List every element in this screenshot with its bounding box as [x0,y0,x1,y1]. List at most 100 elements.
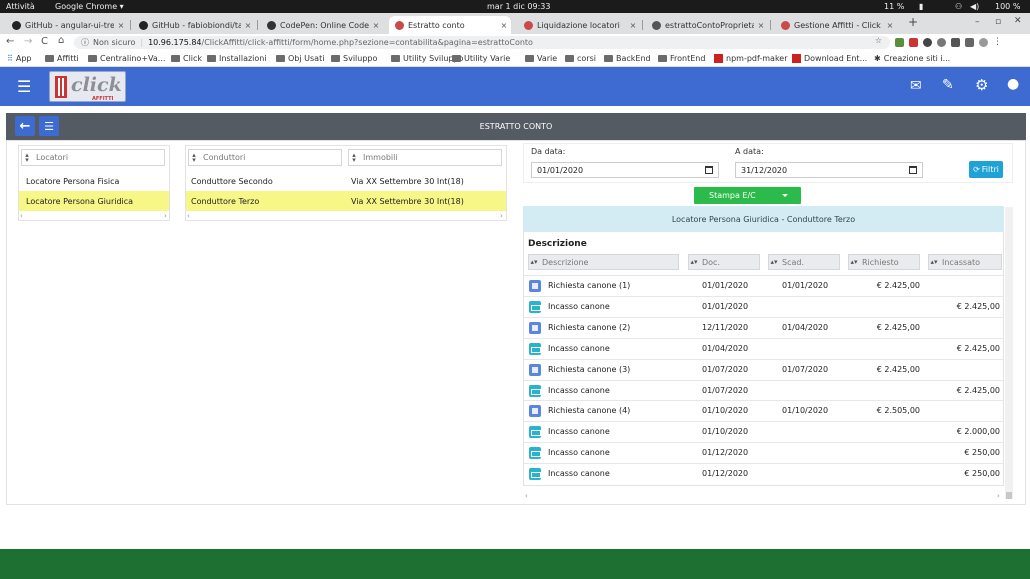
tab-close-icon[interactable]: × [241,21,255,30]
bookmark-item[interactable]: Sviluppo [331,54,377,63]
conduttori-filter[interactable]: ▴ ▾ Conduttori [188,149,342,166]
tab-close-icon[interactable]: × [369,21,383,30]
app-menu[interactable]: Google Chrome ▾ [55,2,124,11]
info-icon[interactable]: ⓘ [81,37,89,48]
sort-icon[interactable]: ▴▾ [769,258,779,266]
column-filter-scad[interactable]: ▴▾ Scad. [768,254,840,270]
to-date-input[interactable]: 31/12/2020 [735,162,923,178]
forward-icon[interactable]: → [24,36,32,47]
tab-close-icon[interactable]: × [626,21,640,30]
column-filter-incassato[interactable]: ▴▾ Incassato [928,254,1002,270]
locatore-item-selected[interactable]: Locatore Persona Giuridica [19,191,169,211]
scroll-right-icon[interactable]: › [164,212,167,220]
stampa-ec-button[interactable]: Stampa E/C [694,187,801,204]
bookmark-star-icon[interactable]: ☆ [875,36,882,45]
extension-icon[interactable] [895,37,904,47]
bookmark-item[interactable]: Installazioni [207,54,267,63]
conduttore-row[interactable]: Conduttore Secondo Via XX Settembre 30 I… [186,171,506,191]
tab-close-icon[interactable]: × [754,21,768,30]
chevron-down-icon[interactable] [782,194,788,197]
bookmark-item[interactable]: Affitti [45,54,79,63]
tab[interactable]: estrattoContoProprietari × [646,16,768,34]
scroll-left-icon[interactable]: ‹ [525,492,528,500]
window-close-button[interactable]: ✕ [1014,16,1022,26]
bookmark-item[interactable]: Varie [525,54,557,63]
table-row[interactable]: Richiesta canone (2) 12/11/2020 01/04/2020… [524,316,1003,338]
ticket-icon[interactable]: ✎ [942,77,954,93]
tab[interactable]: GitHub - fabiobiondi/talk × [133,16,255,34]
vertical-scrollbar[interactable] [1005,207,1013,499]
home-icon[interactable]: ⌂ [58,35,64,46]
clock[interactable]: mar 1 dic 09:33 [487,2,550,11]
tab-close-icon[interactable]: × [497,21,511,30]
immobili-filter[interactable]: ▴ ▾ Immobili [348,149,502,166]
bookmark-item[interactable]: ⠿ App [7,54,32,63]
bookmark-item[interactable]: corsi [565,54,596,63]
conduttore-row-selected[interactable]: Conduttore Terzo Via XX Settembre 30 Int… [186,191,506,211]
bookmark-item[interactable]: FrontEnd [658,54,705,63]
scroll-left-icon[interactable]: ‹ [20,212,23,220]
tab[interactable]: Liquidazione locatori × [518,16,640,34]
table-row[interactable]: Incasso canone 01/12/2020 € 250,00 [524,463,1003,484]
sort-icon[interactable]: ▴▾ [529,258,539,266]
bookmark-item[interactable]: Obj Usati [276,54,324,63]
browser-menu-icon[interactable]: ⋮ [993,37,1002,47]
bookmark-item[interactable]: Download Ent... [792,54,867,63]
table-row[interactable]: Richiesta canone (3) 01/07/2020 01/07/2020… [524,358,1003,380]
click-affitti-logo[interactable]: click AFFITTI [49,71,126,102]
scroll-right-icon[interactable]: › [500,212,503,220]
table-row[interactable]: Richiesta canone (4) 01/10/2020 01/10/2020… [524,400,1003,421]
locatore-item[interactable]: Locatore Persona Fisica [19,171,169,191]
mail-icon[interactable]: ✉ [910,78,922,94]
extension-icon[interactable] [937,37,946,47]
sort-icon[interactable]: ▴▾ [689,258,699,266]
network-icon[interactable]: ⚇ [955,2,962,11]
calendar-icon[interactable] [909,166,917,174]
table-row[interactable]: Incasso canone 01/07/2020 € 2.425,00 [524,379,1003,401]
volume-icon[interactable]: ◀) [970,2,979,11]
tab-close-icon[interactable]: × [883,21,897,30]
gear-icon[interactable]: ⚙ [975,76,988,94]
column-filter-richiesto[interactable]: ▴▾ Richiesto [848,254,920,270]
table-row[interactable]: Incasso canone 01/10/2020 € 2.000,00 [524,421,1003,442]
table-row[interactable]: Richiesta canone (1) 01/01/2020 01/01/2020… [524,275,1003,296]
bookmark-item[interactable]: Click [171,54,202,63]
sort-icon[interactable]: ▴▾ [189,151,199,163]
table-row[interactable]: Incasso canone 01/01/2020 € 2.425,00 [524,295,1003,317]
profile-avatar[interactable] [979,37,988,47]
sort-icon[interactable]: ▴▾ [22,151,32,163]
scroll-right-icon[interactable]: › [997,492,1000,500]
puzzle-icon[interactable] [965,37,974,47]
locatori-filter[interactable]: ▴ ▾ Locatori [21,149,165,166]
hamburger-menu-icon[interactable]: ☰ [17,77,31,96]
sort-icon[interactable]: ▴▾ [349,151,359,163]
activities-button[interactable]: Attività [6,2,35,11]
sort-icon[interactable]: ▴▾ [929,258,939,266]
extension-icon[interactable] [909,37,918,47]
bookmark-item[interactable]: npm-pdf-maker [714,54,788,63]
scrollbar-thumb[interactable] [1006,492,1012,499]
bookmark-item[interactable]: BackEnd [604,54,651,63]
tab-close-icon[interactable]: × [114,21,128,30]
filtri-button[interactable]: ⟳ Filtri [969,161,1003,178]
column-filter-descrizione[interactable]: ▴▾ Descrizione [528,254,679,270]
bookmark-item[interactable]: ✱ Creazione siti i... [874,54,950,63]
extension-icon[interactable] [923,37,932,47]
new-tab-button[interactable]: + [908,15,920,29]
from-date-input[interactable]: 01/01/2020 [531,162,719,178]
bookmark-item[interactable]: Utility Varie [452,54,510,63]
url-bar[interactable]: ⓘ Non sicuro | 10.96.175.84 /ClickAffitt… [74,36,890,49]
extension-icon[interactable] [951,37,960,47]
bookmark-item[interactable]: Centralino+Va... [88,54,165,63]
tab[interactable]: GitHub - angular-ui-tree/a× [6,16,128,34]
tab[interactable]: Gestione Affitti - Click srl× [775,16,897,34]
tab-active[interactable]: Estratto conto × [389,16,511,34]
scroll-left-icon[interactable]: ‹ [187,212,190,220]
sort-icon[interactable]: ▴▾ [849,258,859,266]
tab[interactable]: CodePen: Online Code Ed× [261,16,383,34]
back-icon[interactable]: ← [6,36,14,47]
user-icon[interactable]: ● [1007,76,1019,92]
window-minimize-button[interactable]: – [975,17,980,27]
table-row[interactable]: Incasso canone 01/04/2020 € 2.425,00 [524,337,1003,359]
window-maximize-button[interactable]: ▫ [995,17,1001,27]
